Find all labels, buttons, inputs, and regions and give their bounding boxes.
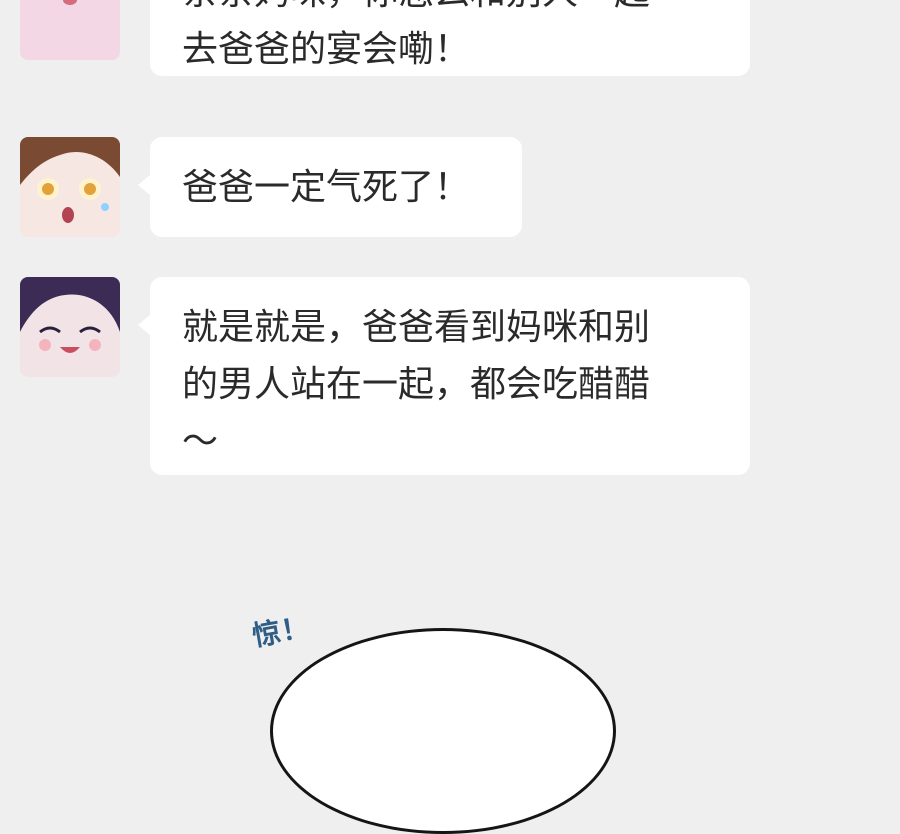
avatar[interactable] (20, 277, 120, 377)
message-text: 爸爸一定气死了！ (182, 167, 471, 208)
chat-screen: 亲亲妈咪，你怎么和别人一起 去爸爸的宴会嘞！ 爸爸一定气死了！ (0, 0, 900, 834)
avatar[interactable] (20, 137, 120, 237)
message-bubble[interactable]: 爸爸一定气死了！ (138, 137, 522, 237)
shock-sfx-text: 惊！ (249, 610, 313, 653)
brown-haired-child-shocked-avatar-icon (20, 137, 120, 237)
avatar[interactable] (20, 0, 120, 60)
message-text: 亲亲妈咪，你怎么和别人一起 去爸爸的宴会嘞！ (182, 0, 650, 70)
message-bubble[interactable]: 亲亲妈咪，你怎么和别人一起 去爸爸的宴会嘞！ (150, 0, 750, 76)
message-text: 就是就是，爸爸看到妈咪和别 的男人站在一起，都会吃醋醋 ～ (182, 307, 651, 462)
message-bubble[interactable]: 就是就是，爸爸看到妈咪和别 的男人站在一起，都会吃醋醋 ～ (138, 277, 750, 475)
pink-haired-girl-surprised-avatar-icon (20, 0, 120, 60)
speech-bubble-outline (270, 628, 616, 834)
dark-haired-child-happy-avatar-icon (20, 277, 120, 377)
